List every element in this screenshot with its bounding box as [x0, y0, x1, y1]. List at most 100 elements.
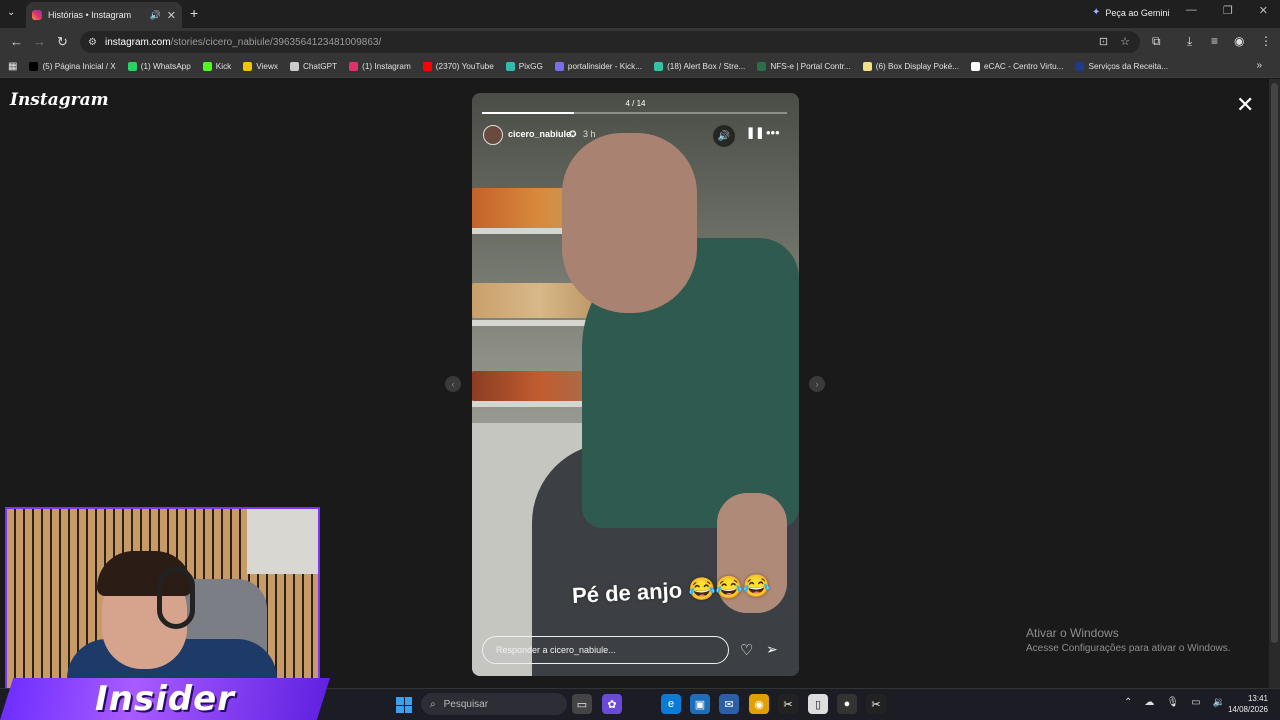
next-story-icon[interactable]: › [809, 376, 825, 392]
back-arrow-icon[interactable]: ← [10, 34, 23, 49]
story-viewer[interactable]: 4 / 14 cicero_nabiule ✪ 3 h 🔊 ❚❚ ••• Pé … [472, 93, 799, 676]
story-image-face [562, 133, 697, 313]
bookmark-favicon-icon [202, 62, 212, 71]
reply-input[interactable]: Responder a cicero_nabiule... [482, 636, 729, 664]
tab-audio-icon[interactable]: 🔊 [150, 10, 161, 21]
bookmark-item[interactable]: (1) Instagram [349, 62, 411, 71]
download-icon[interactable]: ⤓ [1187, 34, 1192, 49]
heart-icon[interactable]: ♡ [740, 641, 753, 659]
gemini-button[interactable]: ✦ Peça ao Gemini [1092, 7, 1169, 18]
obs-icon[interactable]: ● [837, 694, 857, 714]
tab-instagram-stories[interactable]: Histórias • Instagram 🔊 ✕ [26, 2, 182, 28]
bookmark-favicon-icon [505, 62, 515, 71]
bookmark-item[interactable]: (6) Box Display Poké... [862, 62, 959, 71]
bookmark-item[interactable]: (5) Página Inicial / X [29, 62, 116, 71]
toolbar: ← → ↻ ⚙ instagram.com/stories/cicero_nab… [0, 28, 1280, 56]
bookmark-item[interactable]: eCAC - Centro Virtu... [971, 62, 1063, 71]
bookmark-item[interactable]: Viewx [243, 62, 278, 71]
notes-icon[interactable]: ▯ [808, 694, 828, 714]
bookmark-item[interactable]: portalinsider - Kick... [554, 62, 642, 71]
clock-time: 13:41 [1247, 694, 1268, 703]
search-icon: ⌕ [430, 698, 436, 710]
extensions-icon[interactable]: ⧉ [1152, 34, 1161, 49]
bookmark-item[interactable]: Serviços da Receita... [1075, 62, 1168, 71]
restore-icon[interactable]: ❐ [1223, 4, 1233, 17]
task-view-icon[interactable]: ▭ [572, 694, 592, 714]
forward-arrow-icon[interactable]: → [33, 34, 46, 49]
bookmark-favicon-icon [29, 62, 39, 71]
bookmark-label: (18) Alert Box / Stre... [667, 62, 746, 71]
capcut-icon[interactable]: ✂ [778, 694, 798, 714]
bookmark-star-icon[interactable]: ☆ [1120, 35, 1130, 48]
bookmark-label: (1) Instagram [362, 62, 411, 71]
taskbar-search[interactable]: ⌕ Pesquisar [421, 693, 567, 715]
webcam-wall [247, 509, 318, 574]
profile-avatar-icon[interactable]: ◉ [1234, 34, 1244, 48]
bookmark-label: (6) Box Display Poké... [875, 62, 959, 71]
bookmark-item[interactable]: (1) WhatsApp [127, 62, 191, 71]
bookmark-favicon-icon [554, 62, 564, 71]
bookmark-favicon-icon [127, 62, 137, 71]
minimize-icon[interactable]: — [1186, 4, 1197, 17]
site-info-icon[interactable]: ⚙ [88, 37, 97, 48]
outlook-icon[interactable]: ✉ [719, 694, 739, 714]
edge-icon[interactable]: e [661, 694, 681, 714]
tray-chevron-icon[interactable]: ⌃ [1124, 697, 1132, 708]
bookmark-label: ChatGPT [302, 62, 338, 71]
insider-logo: Insider [0, 678, 330, 720]
previous-story-icon[interactable]: ‹ [445, 376, 461, 392]
scrollbar-thumb[interactable] [1271, 83, 1278, 643]
bookmark-item[interactable]: NFS-e | Portal Contr... [757, 62, 851, 71]
bookmark-favicon-icon [1075, 62, 1085, 71]
tab-search-chevron-icon[interactable]: ⌄ [7, 7, 15, 18]
taskbar-search-placeholder: Pesquisar [443, 698, 489, 710]
tab-strip: ⌄ Histórias • Instagram 🔊 ✕ + ✦ Peça ao … [0, 0, 1280, 28]
tray-app-icon[interactable]: ☁ [1144, 697, 1154, 708]
windows-activation-title: Ativar o Windows [1026, 626, 1119, 640]
send-icon[interactable]: ➢ [766, 641, 778, 658]
install-app-icon[interactable]: ⊡ [1099, 35, 1108, 48]
bookmark-label: eCAC - Centro Virtu... [984, 62, 1064, 71]
clock-date: 14/08/2026 [1227, 705, 1268, 714]
bookmarks-overflow-icon[interactable]: » [1256, 60, 1262, 71]
verified-badge-icon: ✪ [569, 129, 577, 139]
instagram-logo[interactable]: Instagram [10, 90, 109, 110]
audio-toggle-icon[interactable]: 🔊 [713, 125, 735, 147]
store-icon[interactable]: ▣ [690, 694, 710, 714]
bookmark-favicon-icon [243, 62, 253, 71]
windows-activation-subtitle: Acesse Configurações para ativar o Windo… [1026, 643, 1231, 654]
story-author-avatar[interactable] [483, 125, 503, 145]
windows-start-icon[interactable] [396, 697, 412, 713]
bookmark-item[interactable]: Kick [202, 62, 231, 71]
bookmark-item[interactable]: PixGG [505, 62, 543, 71]
scrollbar[interactable] [1269, 79, 1280, 688]
bookmark-favicon-icon [971, 62, 980, 71]
story-progress-fill [482, 112, 574, 114]
bookmark-favicon-icon [757, 62, 767, 71]
apps-grid-icon[interactable]: ▦ [8, 61, 17, 72]
bookmark-label: Serviços da Receita... [1088, 62, 1169, 71]
chrome-menu-icon[interactable]: ⋮ [1260, 34, 1272, 48]
bookmark-label: Viewx [256, 62, 278, 71]
copilot-icon[interactable]: ✿ [602, 694, 622, 714]
pause-icon[interactable]: ❚❚ [746, 126, 764, 139]
close-window-icon[interactable]: ✕ [1259, 4, 1268, 17]
address-bar[interactable]: ⚙ instagram.com/stories/cicero_nabiule/3… [80, 31, 1140, 53]
bookmark-item[interactable]: (2370) YouTube [422, 62, 494, 71]
gemini-star-icon: ✦ [1092, 7, 1101, 18]
taskbar-clock[interactable]: 13:41 14/08/2026 [1222, 693, 1268, 715]
close-story-icon[interactable]: ✕ [1236, 92, 1254, 118]
microphone-icon[interactable]: 🎙 [1166, 697, 1179, 708]
more-options-icon[interactable]: ••• [766, 125, 780, 140]
chrome-icon[interactable]: ◉ [749, 694, 769, 714]
display-icon[interactable]: ▭ [1191, 697, 1200, 708]
new-tab-button[interactable]: + [190, 5, 198, 21]
media-controls-icon[interactable]: ≡ [1211, 34, 1218, 48]
story-time: 3 h [583, 129, 596, 139]
story-username[interactable]: cicero_nabiule [508, 129, 571, 139]
capcut-alt-icon[interactable]: ✂ [866, 694, 886, 714]
tab-close-icon[interactable]: ✕ [167, 9, 176, 22]
bookmark-item[interactable]: ChatGPT [289, 62, 338, 71]
reload-icon[interactable]: ↻ [57, 34, 68, 50]
bookmark-item[interactable]: (18) Alert Box / Stre... [654, 62, 745, 71]
